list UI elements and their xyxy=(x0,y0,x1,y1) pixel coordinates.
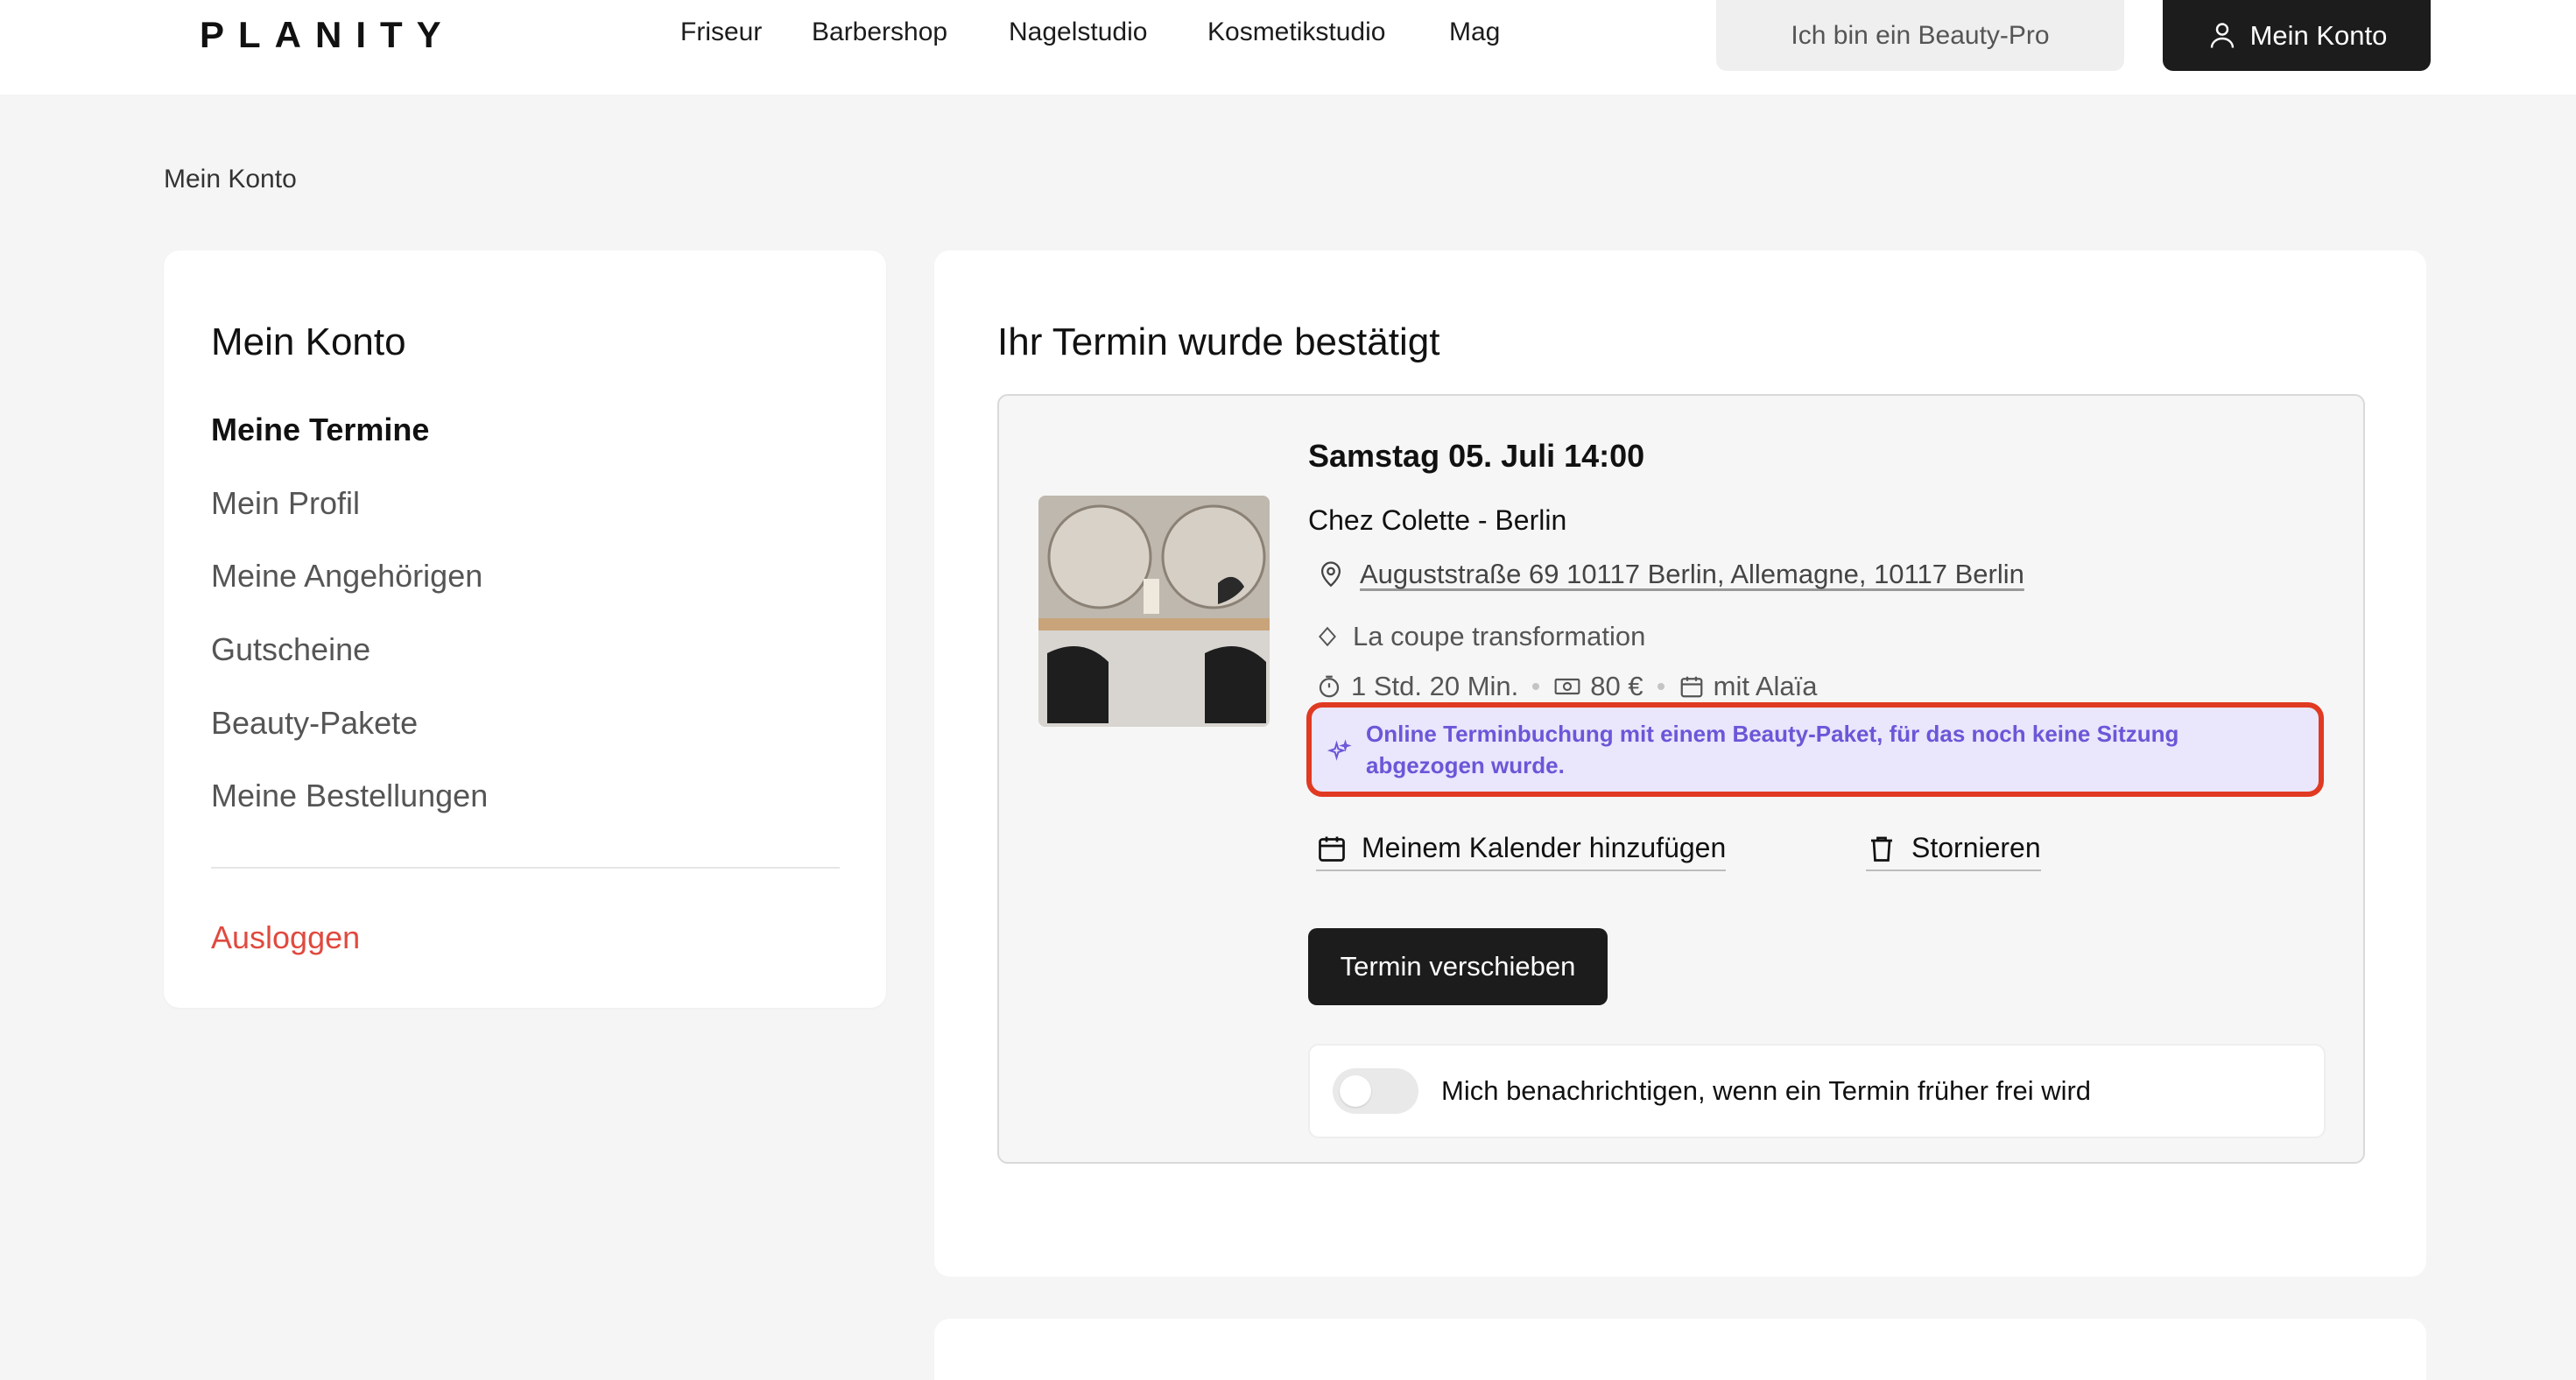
nav-mag[interactable]: Mag xyxy=(1449,18,1500,47)
sidebar-divider xyxy=(211,867,840,869)
service-name: La coupe transformation xyxy=(1353,621,1646,651)
service-row: La coupe transformation xyxy=(1316,621,1645,652)
account-button-label: Mein Konto xyxy=(2249,19,2388,51)
nav-barbershop[interactable]: Barbershop xyxy=(812,18,947,47)
top-header: PLANITY Friseur Barbershop Nagelstudio K… xyxy=(0,0,2576,95)
separator-dot xyxy=(1532,683,1540,690)
add-to-calendar-button[interactable]: Meinem Kalender hinzufügen xyxy=(1316,832,1727,871)
price-text: 80 € xyxy=(1590,671,1643,701)
account-sidebar: Mein Konto Meine Termine Mein Profil Mei… xyxy=(164,250,886,1008)
appointment-card: Samstag 05. Juli 14:00 Chez Colette - Be… xyxy=(997,394,2365,1164)
location-pin-icon xyxy=(1320,561,1341,588)
salon-name[interactable]: Chez Colette - Berlin xyxy=(1308,504,1566,537)
calendar-icon xyxy=(1680,676,1702,698)
sidebar-item-gutscheine[interactable]: Gutscheine xyxy=(211,631,370,668)
sidebar-title: Mein Konto xyxy=(211,320,406,363)
breadcrumb: Mein Konto xyxy=(164,165,297,194)
add-to-calendar-label: Meinem Kalender hinzufügen xyxy=(1362,832,1727,863)
package-notice-text: Online Terminbuchung mit einem Beauty-Pa… xyxy=(1366,721,2179,778)
appointment-datetime: Samstag 05. Juli 14:00 xyxy=(1308,438,1645,474)
staff-text: mit Alaïa xyxy=(1713,671,1818,701)
logout-link[interactable]: Ausloggen xyxy=(211,919,360,956)
beauty-package-notice: Online Terminbuchung mit einem Beauty-Pa… xyxy=(1306,702,2324,797)
toggle-knob xyxy=(1340,1075,1371,1107)
planity-logo[interactable]: PLANITY xyxy=(200,14,455,56)
address-row: Auguststraße 69 10117 Berlin, Allemagne,… xyxy=(1316,559,2024,590)
sidebar-item-bestellungen[interactable]: Meine Bestellungen xyxy=(211,778,488,814)
sidebar-item-mein-profil[interactable]: Mein Profil xyxy=(211,485,360,522)
stopwatch-icon xyxy=(1319,675,1340,698)
separator-dot xyxy=(1657,683,1665,690)
sparkle-icon xyxy=(1327,739,1352,761)
calendar-icon xyxy=(1319,836,1345,862)
cancel-appointment-button[interactable]: Stornieren xyxy=(1866,832,2041,871)
trash-icon xyxy=(1871,836,1892,862)
appointment-panel: Ihr Termin wurde bestätigt Samstag 05. J… xyxy=(934,250,2426,1277)
duration-text: 1 Std. 20 Min. xyxy=(1351,671,1519,701)
reschedule-button[interactable]: Termin verschieben xyxy=(1308,928,1608,1005)
notify-toggle[interactable] xyxy=(1333,1068,1418,1114)
notify-label: Mich benachrichtigen, wenn ein Termin fr… xyxy=(1441,1075,2092,1106)
salon-address-link[interactable]: Auguststraße 69 10117 Berlin, Allemagne,… xyxy=(1360,559,2024,590)
nav-kosmetikstudio[interactable]: Kosmetikstudio xyxy=(1207,18,1385,47)
diamond-icon xyxy=(1319,626,1336,647)
sidebar-item-meine-termine[interactable]: Meine Termine xyxy=(211,412,429,448)
sidebar-item-angehoerige[interactable]: Meine Angehörigen xyxy=(211,558,482,595)
user-icon xyxy=(2210,22,2234,48)
account-button[interactable]: Mein Konto xyxy=(2163,0,2431,71)
earlier-slot-notification: Mich benachrichtigen, wenn ein Termin fr… xyxy=(1308,1044,2326,1138)
page-title: Ihr Termin wurde bestätigt xyxy=(997,320,1440,363)
cash-icon xyxy=(1554,678,1580,695)
salon-photo xyxy=(1038,496,1270,727)
next-card xyxy=(934,1319,2426,1380)
cancel-label: Stornieren xyxy=(1911,832,2041,863)
nav-friseur[interactable]: Friseur xyxy=(680,18,762,47)
details-row: 1 Std. 20 Min. 80 € mit Alaïa xyxy=(1316,671,1818,702)
beauty-pro-button[interactable]: Ich bin ein Beauty-Pro xyxy=(1716,0,2124,71)
nav-nagelstudio[interactable]: Nagelstudio xyxy=(1009,18,1147,47)
sidebar-item-beauty-pakete[interactable]: Beauty-Pakete xyxy=(211,705,418,742)
